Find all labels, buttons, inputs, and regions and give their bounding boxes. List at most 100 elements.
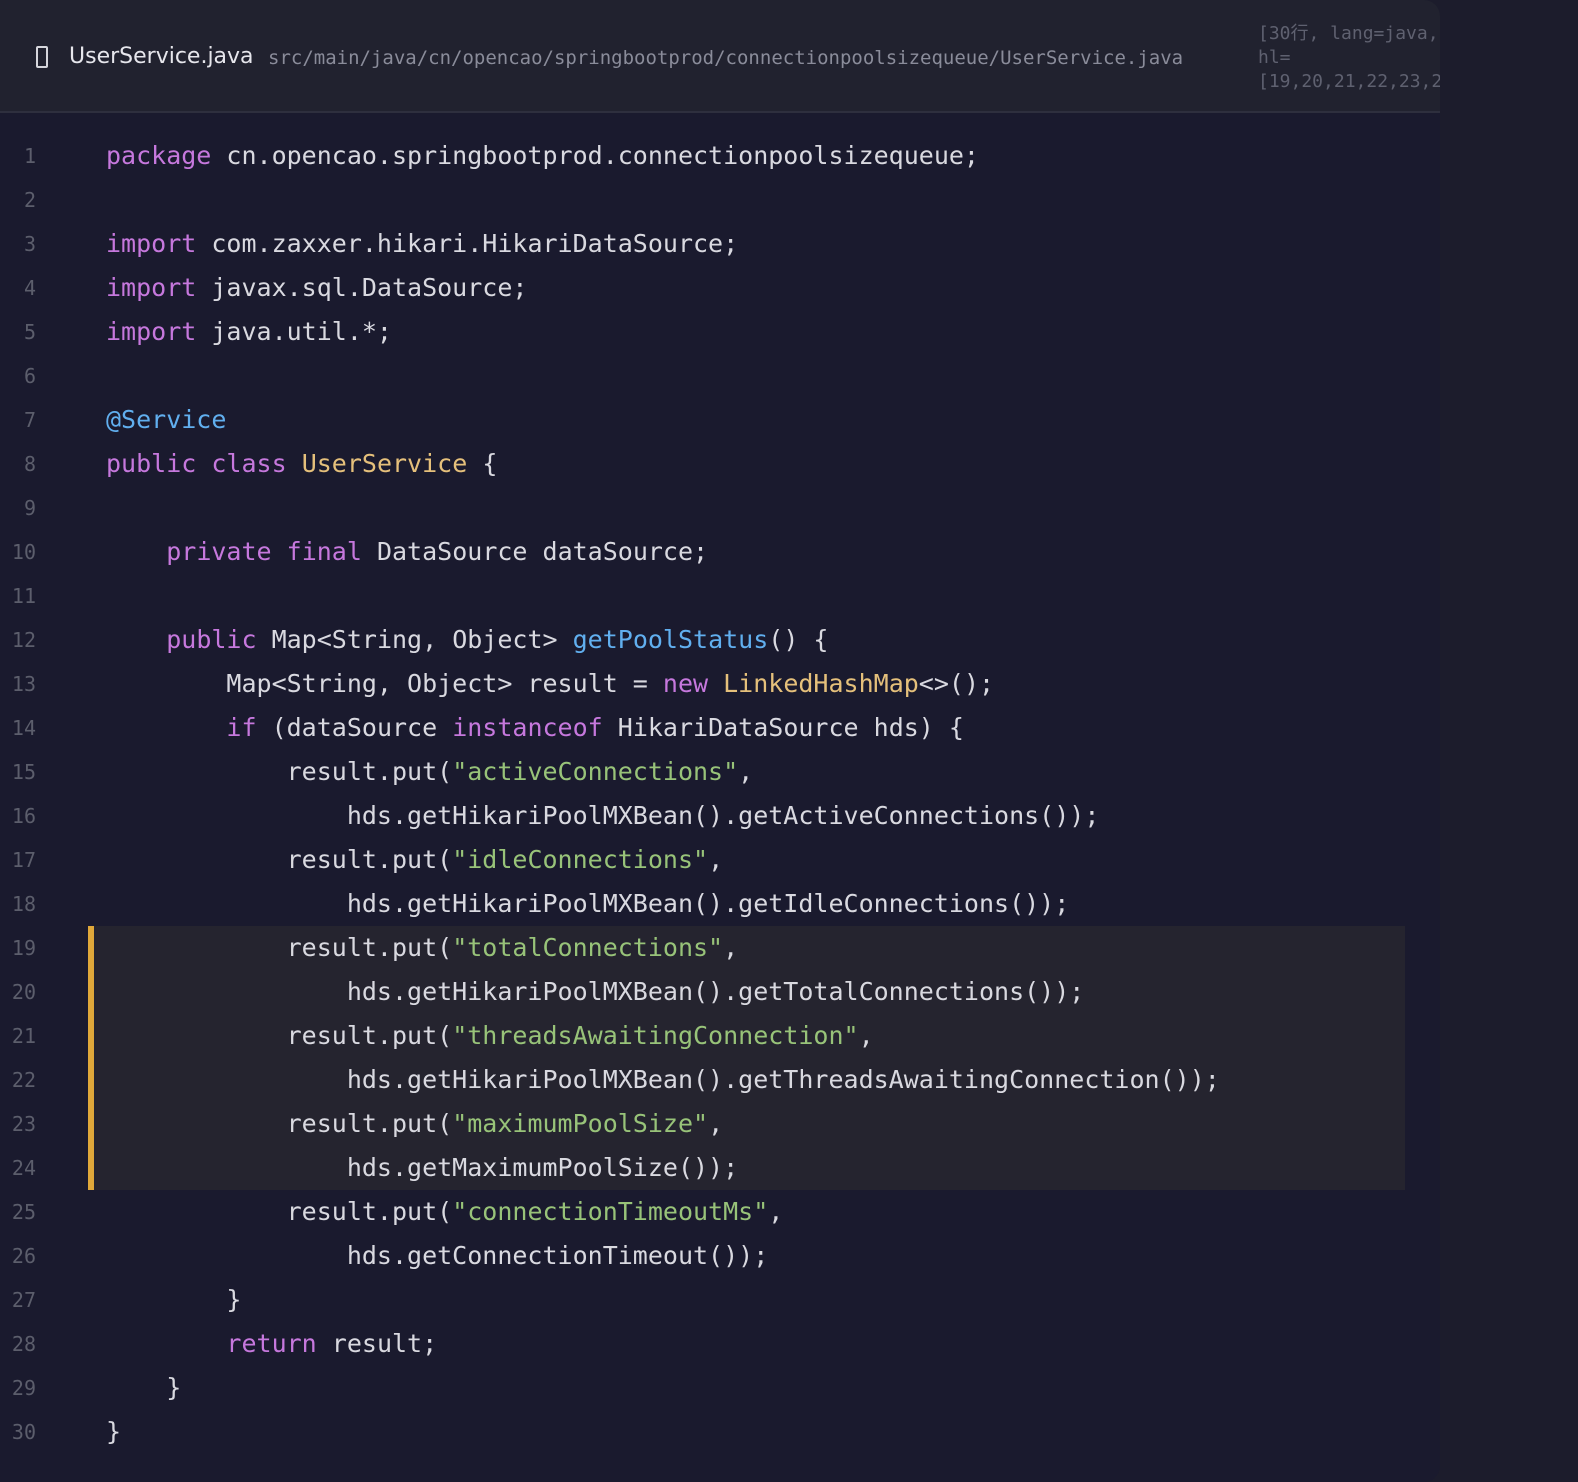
code-token: result; bbox=[316, 1329, 438, 1358]
code-token: "idleConnections" bbox=[452, 845, 709, 874]
code-token: hds.getHikariPoolMXBean().getTotalConnec… bbox=[106, 977, 1085, 1006]
line-number: 2 bbox=[23, 188, 36, 212]
code-line: 10 private final DataSource dataSource; bbox=[0, 530, 1440, 574]
line-source: } bbox=[106, 1278, 241, 1322]
code-token: "threadsAwaitingConnection" bbox=[452, 1021, 859, 1050]
code-token: return bbox=[226, 1329, 317, 1358]
line-source: package cn.opencao.springbootprod.connec… bbox=[106, 134, 979, 178]
code-token: private bbox=[166, 537, 272, 566]
code-token: package bbox=[106, 141, 212, 170]
file-path: src/main/java/cn/opencao/springbootprod/… bbox=[268, 47, 1184, 69]
file-icon bbox=[36, 46, 48, 68]
code-token: java.util.*; bbox=[196, 317, 392, 346]
line-number: 29 bbox=[11, 1376, 36, 1400]
code-token: getPoolStatus bbox=[572, 625, 769, 654]
line-source: result.put("totalConnections", bbox=[106, 926, 739, 970]
line-source: } bbox=[106, 1366, 181, 1410]
line-source: result.put("connectionTimeoutMs", bbox=[106, 1190, 784, 1234]
line-number: 9 bbox=[23, 496, 36, 520]
code-token: , bbox=[858, 1021, 874, 1050]
code-token: class bbox=[211, 449, 287, 478]
line-source: result.put("maximumPoolSize", bbox=[106, 1102, 724, 1146]
code-line: 3 import com.zaxxer.hikari.HikariDataSour… bbox=[0, 222, 1440, 266]
line-number: 13 bbox=[11, 672, 36, 696]
code-token: <>(); bbox=[918, 669, 995, 698]
line-number: 28 bbox=[11, 1332, 36, 1356]
code-token: result.put( bbox=[106, 1021, 453, 1050]
code-token: "maximumPoolSize" bbox=[452, 1109, 709, 1138]
code-token: result.put( bbox=[106, 1197, 453, 1226]
line-source: if (dataSource instanceof HikariDataSour… bbox=[106, 706, 964, 750]
code-token: , bbox=[723, 933, 739, 962]
line-source: hds.getConnectionTimeout()); bbox=[106, 1234, 768, 1278]
code-line: 2 bbox=[0, 178, 1440, 222]
code-line: 6 bbox=[0, 354, 1440, 398]
code-token: hds.getHikariPoolMXBean().getActiveConne… bbox=[106, 801, 1100, 830]
code-token: (dataSource bbox=[256, 713, 453, 742]
line-source: hds.getMaximumPoolSize()); bbox=[106, 1146, 738, 1190]
code-line: 15 result.put("activeConnections", bbox=[0, 750, 1440, 794]
line-source: hds.getHikariPoolMXBean().getIdleConnect… bbox=[106, 882, 1069, 926]
code-token: hds.getHikariPoolMXBean().getThreadsAwai… bbox=[106, 1065, 1220, 1094]
line-number: 25 bbox=[11, 1200, 36, 1224]
code-line: 1 package cn.opencao.springbootprod.conne… bbox=[0, 134, 1440, 178]
line-source: @Service bbox=[106, 398, 226, 442]
code-line: 28 return result; bbox=[0, 1322, 1440, 1366]
line-number: 11 bbox=[11, 584, 36, 608]
line-source: return result; bbox=[106, 1322, 437, 1366]
file-meta-line: hl= bbox=[1258, 47, 1291, 68]
code-line-highlighted: 21 result.put("threadsAwaitingConnection… bbox=[0, 1014, 1440, 1058]
file-meta-line: [19,20,21,22,23,24]] bbox=[1258, 71, 1440, 92]
line-source: hds.getHikariPoolMXBean().getTotalConnec… bbox=[106, 970, 1085, 1014]
line-number: 4 bbox=[23, 276, 36, 300]
code-token: , bbox=[708, 845, 724, 874]
code-token: @Service bbox=[106, 405, 227, 434]
code-line: 7 @Service bbox=[0, 398, 1440, 442]
file-meta: [30行, lang=java, hl= [19,20,21,22,23,24]… bbox=[1258, 22, 1440, 94]
code-line: 14 if (dataSource instanceof HikariDataS… bbox=[0, 706, 1440, 750]
code-token: new bbox=[662, 669, 709, 698]
code-line: 12 public Map<String, Object> getPoolSta… bbox=[0, 618, 1440, 662]
code-token: hds.getConnectionTimeout()); bbox=[106, 1241, 769, 1270]
line-number: 10 bbox=[11, 540, 36, 564]
line-number: 27 bbox=[11, 1288, 36, 1312]
code-token: public bbox=[106, 449, 197, 478]
code-line-highlighted: 19 result.put("totalConnections", bbox=[0, 926, 1440, 970]
line-number: 20 bbox=[11, 980, 36, 1004]
file-name: UserService.java bbox=[69, 44, 254, 69]
code-body[interactable]: 1 package cn.opencao.springbootprod.conne… bbox=[0, 134, 1440, 1454]
code-token: Map<String, Object> result = bbox=[106, 669, 663, 698]
code-line: 16 hds.getHikariPoolMXBean().getActiveCo… bbox=[0, 794, 1440, 838]
code-token: javax.sql.DataSource; bbox=[196, 273, 528, 302]
code-token: result.put( bbox=[106, 1109, 453, 1138]
code-token: hds.getHikariPoolMXBean().getIdleConnect… bbox=[106, 889, 1070, 918]
code-token: , bbox=[738, 757, 754, 786]
code-line-highlighted: 20 hds.getHikariPoolMXBean().getTotalCon… bbox=[0, 970, 1440, 1014]
code-token: import bbox=[106, 317, 197, 346]
line-source: result.put("threadsAwaitingConnection", bbox=[106, 1014, 874, 1058]
code-token: , bbox=[708, 1109, 724, 1138]
code-token: } bbox=[106, 1285, 242, 1314]
code-token: Map<String, Object> bbox=[256, 625, 573, 654]
code-token: import bbox=[106, 273, 197, 302]
code-token: com.zaxxer.hikari.HikariDataSource; bbox=[196, 229, 739, 258]
code-line: 5 import java.util.*; bbox=[0, 310, 1440, 354]
code-token: () { bbox=[768, 625, 829, 654]
code-line: 27 } bbox=[0, 1278, 1440, 1322]
line-source: import javax.sql.DataSource; bbox=[106, 266, 527, 310]
line-source: import com.zaxxer.hikari.HikariDataSourc… bbox=[106, 222, 738, 266]
line-number: 8 bbox=[23, 452, 36, 476]
code-line: 4 import javax.sql.DataSource; bbox=[0, 266, 1440, 310]
code-token: DataSource dataSource; bbox=[361, 537, 709, 566]
code-line: 8 public class UserService { bbox=[0, 442, 1440, 486]
code-token: instanceof bbox=[452, 713, 603, 742]
line-source: public class UserService { bbox=[106, 442, 497, 486]
code-viewer: UserService.java src/main/java/cn/openca… bbox=[0, 0, 1440, 1482]
code-line: 30} bbox=[0, 1410, 1440, 1454]
code-token: public bbox=[166, 625, 257, 654]
